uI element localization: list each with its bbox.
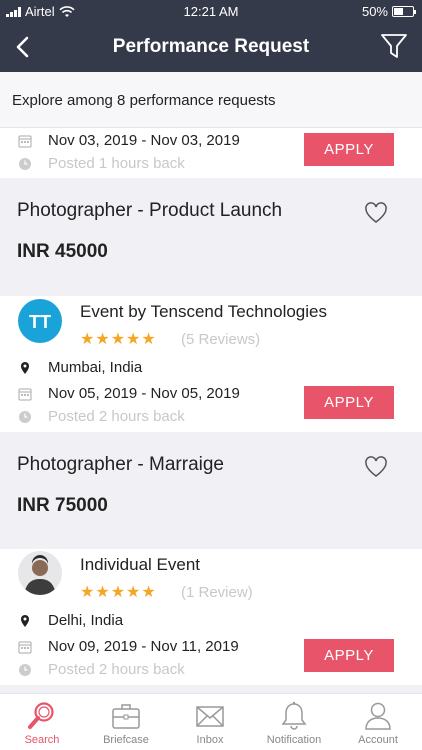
posted-time: Posted 1 hours back bbox=[48, 155, 185, 172]
location-pin-icon bbox=[21, 614, 29, 627]
tab-label: Briefcase bbox=[103, 734, 149, 746]
price: INR 75000 bbox=[17, 495, 108, 516]
clock-icon bbox=[19, 157, 31, 170]
location: Delhi, India bbox=[48, 612, 124, 629]
calendar-icon bbox=[18, 641, 32, 653]
location-row: Delhi, India bbox=[18, 612, 123, 629]
tab-label: Account bbox=[358, 734, 398, 746]
tab-inbox[interactable]: Inbox bbox=[168, 694, 252, 750]
review-count: (5 Reviews) bbox=[181, 331, 261, 348]
apply-button[interactable]: APPLY bbox=[304, 639, 394, 672]
date-range: Nov 09, 2019 - Nov 11, 2019 bbox=[48, 638, 239, 655]
apply-button[interactable]: APPLY bbox=[304, 133, 394, 166]
price: INR 45000 bbox=[17, 241, 108, 262]
posted-time: Posted 2 hours back bbox=[48, 661, 185, 678]
job-title: Photographer - Marraige bbox=[17, 454, 224, 475]
status-time: 12:21 AM bbox=[183, 4, 239, 19]
results-summary: Explore among 8 performance requests bbox=[0, 72, 422, 128]
tab-label: Inbox bbox=[196, 734, 224, 746]
star-rating: ★★★★★ bbox=[80, 584, 157, 601]
filter-icon[interactable] bbox=[380, 32, 408, 60]
location-pin-icon bbox=[21, 361, 29, 374]
review-count: (1 Review) bbox=[181, 584, 253, 601]
battery-info: 50% bbox=[361, 4, 416, 19]
briefcase-icon bbox=[112, 704, 140, 729]
status-bar: Airtel 12:21 AM 50% bbox=[0, 0, 422, 22]
tab-search[interactable]: Search bbox=[0, 694, 84, 750]
request-card-header[interactable]: Photographer - Product Launch INR 45000 bbox=[0, 178, 422, 296]
star-rating: ★★★★★ bbox=[80, 331, 157, 348]
request-card-lower: Nov 03, 2019 - Nov 03, 2019 Posted 1 hou… bbox=[0, 128, 422, 178]
date-range: Nov 05, 2019 - Nov 05, 2019 bbox=[48, 385, 240, 402]
tab-briefcase[interactable]: Briefcase bbox=[84, 694, 168, 750]
posted-row: Posted 1 hours back bbox=[18, 155, 185, 172]
tab-label: Search bbox=[24, 734, 60, 746]
date-row: Nov 09, 2019 - Nov 11, 2019 bbox=[18, 638, 239, 655]
bell-icon bbox=[281, 701, 307, 730]
tab-account[interactable]: Account bbox=[336, 694, 420, 750]
posted-row: Posted 2 hours back bbox=[18, 661, 185, 678]
battery-percent: 50% bbox=[361, 4, 388, 19]
search-icon bbox=[28, 702, 54, 729]
nav-bar: Performance Request bbox=[0, 22, 422, 72]
heart-icon[interactable] bbox=[364, 456, 388, 478]
apply-button[interactable]: APPLY bbox=[304, 386, 394, 419]
location: Mumbai, India bbox=[48, 359, 143, 376]
tab-bar: Search Briefcase Inbox Notification Acco… bbox=[0, 693, 422, 750]
request-card-lower: Individual Event ★★★★★ (1 Review) Delhi,… bbox=[0, 549, 422, 685]
results-summary-text: Explore among 8 performance requests bbox=[12, 92, 276, 109]
job-title: Photographer - Product Launch bbox=[17, 200, 283, 221]
calendar-icon bbox=[18, 388, 32, 400]
avatar bbox=[18, 551, 62, 595]
organizer-logo-mark: TT bbox=[29, 312, 51, 332]
request-card-lower: TT Event by Tenscend Technologies ★★★★★ … bbox=[0, 296, 422, 432]
organizer-logo: TT bbox=[18, 299, 62, 343]
tab-notification[interactable]: Notification bbox=[252, 694, 336, 750]
clock-icon bbox=[19, 663, 31, 676]
tab-label: Notification bbox=[266, 734, 322, 746]
posted-row: Posted 2 hours back bbox=[18, 408, 185, 425]
date-row: Nov 03, 2019 - Nov 03, 2019 bbox=[18, 132, 240, 149]
date-row: Nov 05, 2019 - Nov 05, 2019 bbox=[18, 385, 240, 402]
envelope-icon bbox=[196, 706, 224, 727]
date-range: Nov 03, 2019 - Nov 03, 2019 bbox=[48, 132, 240, 149]
location-row: Mumbai, India bbox=[18, 359, 142, 376]
event-name: Individual Event bbox=[80, 555, 201, 574]
heart-icon[interactable] bbox=[364, 202, 388, 224]
posted-time: Posted 2 hours back bbox=[48, 408, 185, 425]
battery-icon bbox=[392, 6, 416, 17]
calendar-icon bbox=[18, 135, 32, 147]
request-card-header[interactable]: Photographer - Marraige INR 75000 bbox=[0, 432, 422, 549]
event-name: Event by Tenscend Technologies bbox=[80, 302, 327, 321]
svg-text:TT: TT bbox=[29, 312, 51, 332]
person-photo bbox=[24, 555, 56, 595]
clock-icon bbox=[19, 410, 31, 423]
page-title: Performance Request bbox=[112, 36, 310, 57]
user-icon bbox=[365, 702, 391, 730]
